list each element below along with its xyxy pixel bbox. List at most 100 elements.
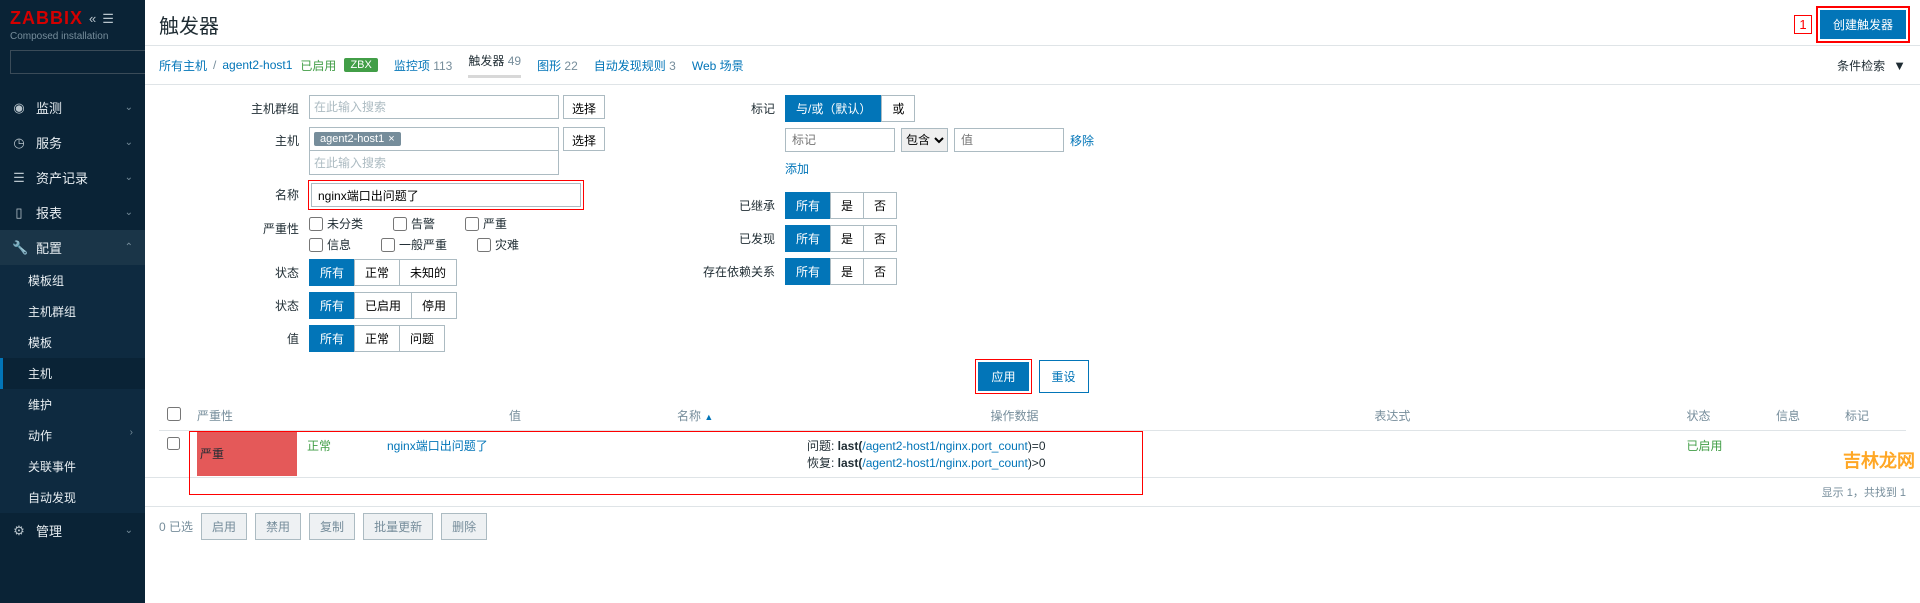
sev-disaster[interactable]: 灾难: [477, 236, 519, 253]
discovered-all[interactable]: 所有: [785, 225, 831, 252]
tag-op-select[interactable]: 包含: [901, 128, 948, 152]
status-disabled[interactable]: 停用: [411, 292, 457, 319]
state-normal[interactable]: 正常: [354, 259, 400, 286]
inherited-all[interactable]: 所有: [785, 192, 831, 219]
label-status: 状态: [159, 292, 309, 314]
sev-info[interactable]: 信息: [309, 236, 351, 253]
gauge-icon: ◷: [12, 135, 26, 151]
value-all[interactable]: 所有: [309, 325, 355, 352]
col-opdata: 操作数据: [983, 401, 1367, 431]
col-severity[interactable]: 严重性: [189, 401, 501, 431]
hostgroups-multiselect[interactable]: [309, 95, 559, 119]
tag-remove-link[interactable]: 移除: [1070, 132, 1094, 149]
inherited-yes[interactable]: 是: [830, 192, 864, 219]
filter-panel: 主机群组 选择 主机 agent2-host1× 选择: [145, 85, 1920, 401]
value-group: 所有 正常 问题: [309, 325, 445, 352]
subnav-events[interactable]: 关联事件: [0, 451, 145, 482]
collapse-icon[interactable]: «: [89, 11, 96, 26]
sidebar: ZABBIX « ☰ Composed installation ◉监测⌄ ◷服…: [0, 0, 145, 603]
page-header: 触发器 1 创建触发器: [145, 0, 1920, 45]
hostgroups-select-button[interactable]: 选择: [563, 95, 605, 119]
col-value[interactable]: 值: [501, 401, 669, 431]
nav-admin[interactable]: ⚙管理⌄: [0, 513, 145, 548]
brand-logo: ZABBIX: [10, 8, 83, 29]
tab-discovery[interactable]: 自动发现规则 3: [594, 57, 676, 74]
btn-disable[interactable]: 禁用: [255, 513, 301, 540]
subnav-template-groups[interactable]: 模板组: [0, 265, 145, 296]
btn-massupdate[interactable]: 批量更新: [363, 513, 433, 540]
status-cell[interactable]: 已启用: [1686, 439, 1722, 453]
tag-value-input[interactable]: [954, 128, 1064, 152]
subnav-maintenance[interactable]: 维护: [0, 389, 145, 420]
tags-or[interactable]: 或: [881, 95, 915, 122]
filter-toggle[interactable]: 条件检索 ▼: [1837, 57, 1906, 74]
chevron-up-icon: ⌃: [125, 242, 133, 253]
nav-services[interactable]: ◷服务⌄: [0, 125, 145, 160]
create-trigger-button[interactable]: 创建触发器: [1820, 10, 1906, 39]
subnav-discovery[interactable]: 自动发现: [0, 482, 145, 513]
crumb-host[interactable]: agent2-host1: [222, 58, 292, 72]
subnav-templates[interactable]: 模板: [0, 327, 145, 358]
tags-andor[interactable]: 与/或（默认）: [785, 95, 882, 122]
filter-reset-button[interactable]: 重设: [1039, 360, 1089, 393]
col-name[interactable]: 名称 ▲: [669, 401, 983, 431]
nav-config[interactable]: 🔧配置⌃: [0, 230, 145, 265]
state-unknown[interactable]: 未知的: [399, 259, 457, 286]
status-all[interactable]: 所有: [309, 292, 355, 319]
value-ok[interactable]: 正常: [354, 325, 400, 352]
hosts-select-button[interactable]: 选择: [563, 127, 605, 151]
value-problem[interactable]: 问题: [399, 325, 445, 352]
wrench-icon: 🔧: [12, 240, 26, 256]
row-checkbox[interactable]: [167, 437, 180, 450]
sev-average[interactable]: 一般严重: [381, 236, 447, 253]
btn-copy[interactable]: 复制: [309, 513, 355, 540]
state-all[interactable]: 所有: [309, 259, 355, 286]
inherited-no[interactable]: 否: [863, 192, 897, 219]
menu-icon[interactable]: ☰: [102, 11, 114, 27]
filter-apply-button[interactable]: 应用: [978, 362, 1028, 391]
subnav-actions[interactable]: 动作›: [0, 420, 145, 451]
btn-enable[interactable]: 启用: [201, 513, 247, 540]
tag-add-link[interactable]: 添加: [785, 160, 809, 177]
sev-high[interactable]: 严重: [465, 215, 507, 232]
hostgroups-input[interactable]: [314, 100, 554, 114]
subnav-hosts[interactable]: 主机: [0, 358, 145, 389]
chevron-down-icon: ⌄: [125, 525, 133, 536]
subnav-host-groups[interactable]: 主机群组: [0, 296, 145, 327]
hosts-input[interactable]: [314, 156, 554, 170]
trigger-name-link[interactable]: nginx端口出问题了: [387, 439, 488, 453]
tab-web[interactable]: Web 场景: [692, 57, 744, 74]
deps-no[interactable]: 否: [863, 258, 897, 285]
deps-yes[interactable]: 是: [830, 258, 864, 285]
label-tags: 标记: [685, 95, 785, 117]
discovered-group: 所有 是 否: [785, 225, 897, 252]
sev-warning[interactable]: 告警: [393, 215, 435, 232]
tab-triggers[interactable]: 触发器 49: [468, 52, 521, 78]
select-all-checkbox[interactable]: [167, 407, 181, 421]
sub-header: 所有主机 / agent2-host1 已启用 ZBX 监控项 113 触发器 …: [145, 45, 1920, 85]
annotation-marker: 1: [1795, 16, 1810, 33]
deps-all[interactable]: 所有: [785, 258, 831, 285]
hosts-multiselect-line2[interactable]: [309, 151, 559, 175]
sev-unclassified[interactable]: 未分类: [309, 215, 363, 232]
discovered-no[interactable]: 否: [863, 225, 897, 252]
nav-reports[interactable]: ▯报表⌄: [0, 195, 145, 230]
btn-delete[interactable]: 删除: [441, 513, 487, 540]
tag-name-input[interactable]: [785, 128, 895, 152]
chevron-down-icon: ⌄: [125, 137, 133, 148]
hosts-multiselect[interactable]: agent2-host1×: [309, 127, 559, 151]
discovered-yes[interactable]: 是: [830, 225, 864, 252]
status-enabled[interactable]: 已启用: [354, 292, 412, 319]
nav-inventory[interactable]: ☰资产记录⌄: [0, 160, 145, 195]
label-discovered: 已发现: [685, 225, 785, 247]
name-input[interactable]: [311, 183, 581, 207]
label-state: 状态: [159, 259, 309, 281]
chevron-down-icon: ⌄: [125, 172, 133, 183]
brand-subtitle: Composed installation: [10, 31, 135, 42]
col-status[interactable]: 状态: [1678, 401, 1768, 431]
crumb-all-hosts[interactable]: 所有主机: [159, 57, 207, 74]
nav-monitor[interactable]: ◉监测⌄: [0, 90, 145, 125]
chip-remove-icon[interactable]: ×: [388, 133, 394, 145]
tab-graphs[interactable]: 图形 22: [537, 57, 578, 74]
tab-items[interactable]: 监控项 113: [394, 57, 453, 74]
